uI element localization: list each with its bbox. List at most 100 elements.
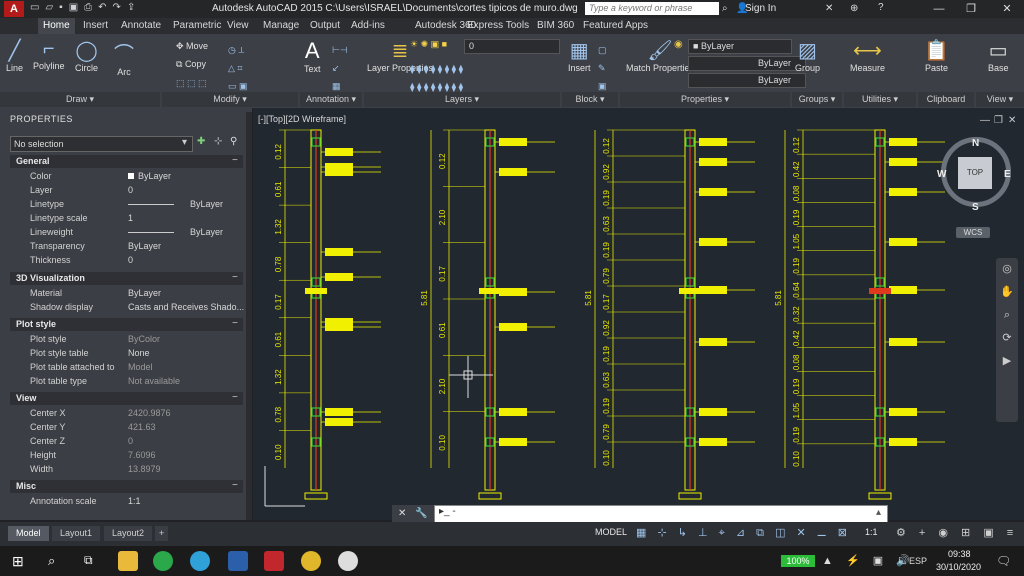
a360-icon[interactable]: ⊕	[850, 3, 858, 14]
polyline-tool[interactable]: ⌐ Polyline	[33, 38, 65, 71]
wcs-menu[interactable]: WCS	[956, 227, 990, 238]
panel-modify[interactable]: Modify ▾	[162, 92, 298, 107]
property-row[interactable]: Center Z 0	[10, 434, 243, 448]
property-row[interactable]: Plot style table None	[10, 346, 243, 360]
saveas-icon[interactable]: ▣	[69, 2, 78, 16]
tab-manage[interactable]: Manage	[258, 18, 304, 34]
tab-annotate[interactable]: Annotate	[116, 18, 166, 34]
property-row[interactable]: Layer 0	[10, 183, 243, 197]
circle-tool[interactable]: ◯ Circle	[75, 38, 98, 73]
property-row[interactable]: Center X 2420.9876	[10, 406, 243, 420]
property-row[interactable]: Linetype ByLayer	[10, 197, 243, 211]
collapse-icon[interactable]: −	[232, 272, 238, 283]
orbit-icon[interactable]: ⟳	[996, 327, 1018, 350]
tab-parametric[interactable]: Parametric	[168, 18, 226, 34]
tab-output[interactable]: Output	[305, 18, 345, 34]
add-layout-button[interactable]: +	[155, 526, 169, 541]
panel-utilities[interactable]: Utilities ▾	[844, 92, 916, 107]
property-row[interactable]: Height 7.6096	[10, 448, 243, 462]
tab-model[interactable]: Model	[8, 526, 49, 541]
help-icon[interactable]: ?	[878, 2, 884, 13]
sign-in-button[interactable]: Sign In	[745, 3, 776, 14]
status-tools-icons[interactable]: ⚙ + ◉ ⊞ ▣ ≡	[896, 526, 1018, 539]
panel-clipboard[interactable]: Clipboard	[918, 92, 974, 107]
block-tools-icon[interactable]: ▢ ✎ ▣	[598, 41, 607, 95]
tab-featured-apps[interactable]: Featured Apps	[578, 18, 653, 34]
zoom-icon[interactable]: ⌕	[996, 304, 1018, 327]
collapse-icon[interactable]: −	[232, 392, 238, 403]
property-row[interactable]: Linetype scale 1	[10, 211, 243, 225]
palette-scrollbar[interactable]	[246, 112, 252, 520]
chevron-up-icon[interactable]: ▴	[876, 507, 881, 518]
autocad-icon[interactable]	[264, 551, 284, 571]
compass-south[interactable]: S	[972, 202, 979, 213]
word-icon[interactable]	[228, 551, 248, 571]
share-icon[interactable]: ⇪	[127, 2, 135, 16]
paste-tool[interactable]: 📋 Paste	[924, 38, 949, 73]
tab-layout1[interactable]: Layout1	[52, 526, 101, 541]
showmotion-icon[interactable]: ▶	[996, 350, 1018, 373]
chevron-down-icon[interactable]: ▾	[182, 137, 187, 148]
dimension-icon[interactable]: ⊢⊣ ↙ ▦	[332, 41, 348, 95]
match-properties-tool[interactable]: 🖌 Match Properties	[626, 38, 694, 73]
property-row[interactable]: Width 13.8979	[10, 462, 243, 476]
panel-annotation[interactable]: Annotation ▾	[300, 92, 362, 107]
tray-icons[interactable]: ▲ ⚡ ▣ 🔊	[822, 554, 915, 567]
tab-layout2[interactable]: Layout2	[104, 526, 153, 541]
selection-dropdown[interactable]: No selection	[10, 136, 193, 152]
property-row[interactable]: Plot style ByColor	[10, 332, 243, 346]
property-row[interactable]: Plot table type Not available	[10, 374, 243, 388]
panel-view[interactable]: View ▾	[976, 92, 1024, 107]
property-row[interactable]: Transparency ByLayer	[10, 239, 243, 253]
tab-insert[interactable]: Insert	[78, 18, 113, 34]
windows-start-icon[interactable]: ⊞	[12, 553, 24, 570]
drafting-toggles-icons[interactable]: ▦ ⊹ ↳ ⊥ ⌖ ⊿ ⧉ ◫ ✕ ⚊ ⊠	[636, 526, 851, 540]
base-tool[interactable]: ▭ Base	[988, 38, 1009, 73]
compass-east[interactable]: E	[1004, 169, 1011, 180]
print-icon[interactable]: ⎙	[84, 2, 92, 16]
collapse-icon[interactable]: −	[232, 155, 238, 166]
clock-time[interactable]: 09:38	[948, 549, 971, 559]
search-icon[interactable]: ⌕	[722, 3, 728, 14]
viewcube-top[interactable]: TOP	[958, 157, 992, 189]
modify-tools-icon[interactable]: ◷ ⟂ △ ⌗ ▭ ▣	[228, 41, 248, 95]
tab-express-tools[interactable]: Express Tools	[462, 18, 534, 34]
panel-draw[interactable]: Draw ▾	[0, 92, 160, 107]
steering-wheel-icon[interactable]: ◎	[996, 258, 1018, 281]
open-icon[interactable]: ▱	[45, 2, 53, 16]
close-button[interactable]: ✕	[992, 0, 1022, 18]
stretch-icon[interactable]: ⬚ ⬚ ⬚	[176, 78, 207, 89]
section-viz3d[interactable]: 3D Visualization	[10, 272, 243, 285]
clock-date[interactable]: 30/10/2020	[936, 562, 981, 572]
tab-home[interactable]: Home	[38, 18, 75, 34]
tab-add-ins[interactable]: Add-ins	[346, 18, 390, 34]
task-view-icon[interactable]: ⧉	[84, 553, 93, 568]
tab-view[interactable]: View	[222, 18, 254, 34]
customize-icon[interactable]: 🔧	[415, 508, 427, 519]
exchange-icon[interactable]: ✕	[825, 3, 833, 14]
annotation-scale[interactable]: 1:1	[865, 527, 878, 537]
compass-west[interactable]: W	[937, 169, 946, 180]
line-tool[interactable]: ╱ Line	[6, 38, 23, 73]
model-space-toggle[interactable]: MODEL	[595, 527, 627, 537]
property-row[interactable]: Center Y 421.63	[10, 420, 243, 434]
section-plot[interactable]: Plot style	[10, 318, 243, 331]
viewport-restore-icon[interactable]: ❐	[994, 115, 1003, 126]
app-icon[interactable]	[153, 551, 173, 571]
minimize-button[interactable]: —	[924, 0, 954, 18]
property-row[interactable]: Material ByLayer	[10, 286, 243, 300]
property-row[interactable]: Shadow display Casts and Receives Shado..…	[10, 300, 244, 314]
viewport-close-icon[interactable]: ✕	[1008, 115, 1016, 126]
property-row[interactable]: Thickness 0	[10, 253, 243, 267]
obs-icon[interactable]	[338, 551, 358, 571]
pickadd-icon[interactable]: ✚	[197, 136, 205, 147]
tab-bim-360[interactable]: BIM 360	[532, 18, 579, 34]
section-misc[interactable]: Misc	[10, 480, 243, 493]
battery-indicator[interactable]: 100%	[781, 555, 815, 567]
insert-tool[interactable]: ▦ Insert	[568, 38, 591, 73]
property-row[interactable]: Color ByLayer	[10, 169, 243, 183]
lineweight-select[interactable]: ByLayer	[688, 73, 806, 88]
panel-layers[interactable]: Layers ▾	[364, 92, 560, 107]
quick-select-icon[interactable]: ⚲	[230, 136, 237, 147]
section-view[interactable]: View	[10, 392, 243, 405]
